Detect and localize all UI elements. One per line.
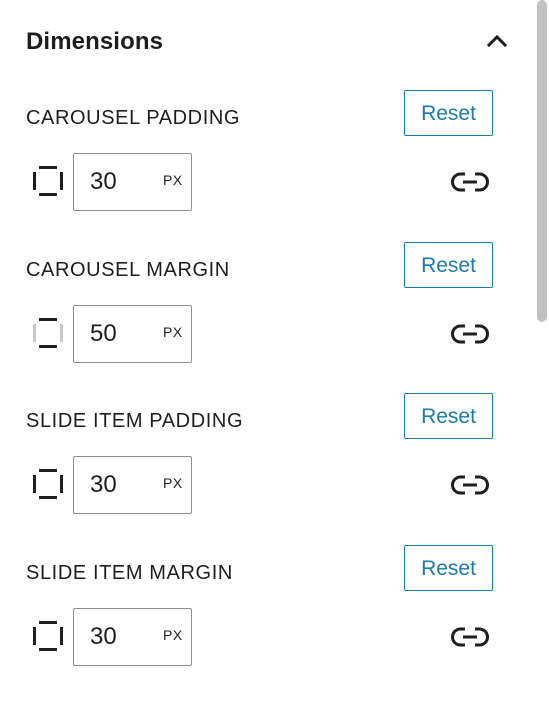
reset-button[interactable]: Reset <box>404 393 493 439</box>
link-sides-button[interactable] <box>450 319 490 349</box>
all-sides-icon[interactable] <box>32 468 64 500</box>
panel-header[interactable]: Dimensions <box>26 22 516 62</box>
section-label: SLIDE ITEM PADDING <box>26 410 244 432</box>
reset-button[interactable]: Reset <box>404 545 493 591</box>
slide-item-margin-section: SLIDE ITEM MARGIN Reset PX <box>26 545 496 692</box>
link-icon <box>451 475 489 495</box>
padding-value-input[interactable] <box>74 154 156 209</box>
margin-value-control: PX <box>73 305 192 363</box>
link-sides-button[interactable] <box>450 167 490 197</box>
all-sides-icon[interactable] <box>32 620 64 652</box>
section-label: CAROUSEL PADDING <box>26 107 241 129</box>
link-sides-button[interactable] <box>450 622 490 652</box>
unit-select[interactable]: PX <box>163 324 183 340</box>
slide-item-padding-section: SLIDE ITEM PADDING Reset PX <box>26 393 496 540</box>
padding-value-control: PX <box>73 456 192 514</box>
section-label: CAROUSEL MARGIN <box>26 259 230 281</box>
link-sides-button[interactable] <box>450 470 490 500</box>
unit-select[interactable]: PX <box>163 172 183 188</box>
chevron-up-icon <box>486 34 508 48</box>
unit-select[interactable]: PX <box>163 475 183 491</box>
section-label: SLIDE ITEM MARGIN <box>26 562 233 584</box>
collapse-button[interactable] <box>480 24 514 58</box>
all-sides-icon[interactable] <box>32 165 64 197</box>
panel-title: Dimensions <box>26 28 164 55</box>
margin-value-input[interactable] <box>74 306 156 361</box>
margin-value-control: PX <box>73 608 192 666</box>
link-icon <box>451 324 489 344</box>
link-icon <box>451 627 489 647</box>
carousel-padding-section: CAROUSEL PADDING Reset PX <box>26 90 496 237</box>
padding-value-input[interactable] <box>74 457 156 512</box>
dimensions-panel: Dimensions CAROUSEL PADDING Reset PX <box>0 0 549 728</box>
reset-button[interactable]: Reset <box>404 242 493 288</box>
unit-select[interactable]: PX <box>163 627 183 643</box>
margin-value-input[interactable] <box>74 609 156 664</box>
link-icon <box>451 172 489 192</box>
scrollbar-thumb[interactable] <box>537 0 547 322</box>
carousel-margin-section: CAROUSEL MARGIN Reset PX <box>26 242 496 389</box>
vertical-sides-icon[interactable] <box>32 317 64 349</box>
padding-value-control: PX <box>73 153 192 211</box>
reset-button[interactable]: Reset <box>404 90 493 136</box>
